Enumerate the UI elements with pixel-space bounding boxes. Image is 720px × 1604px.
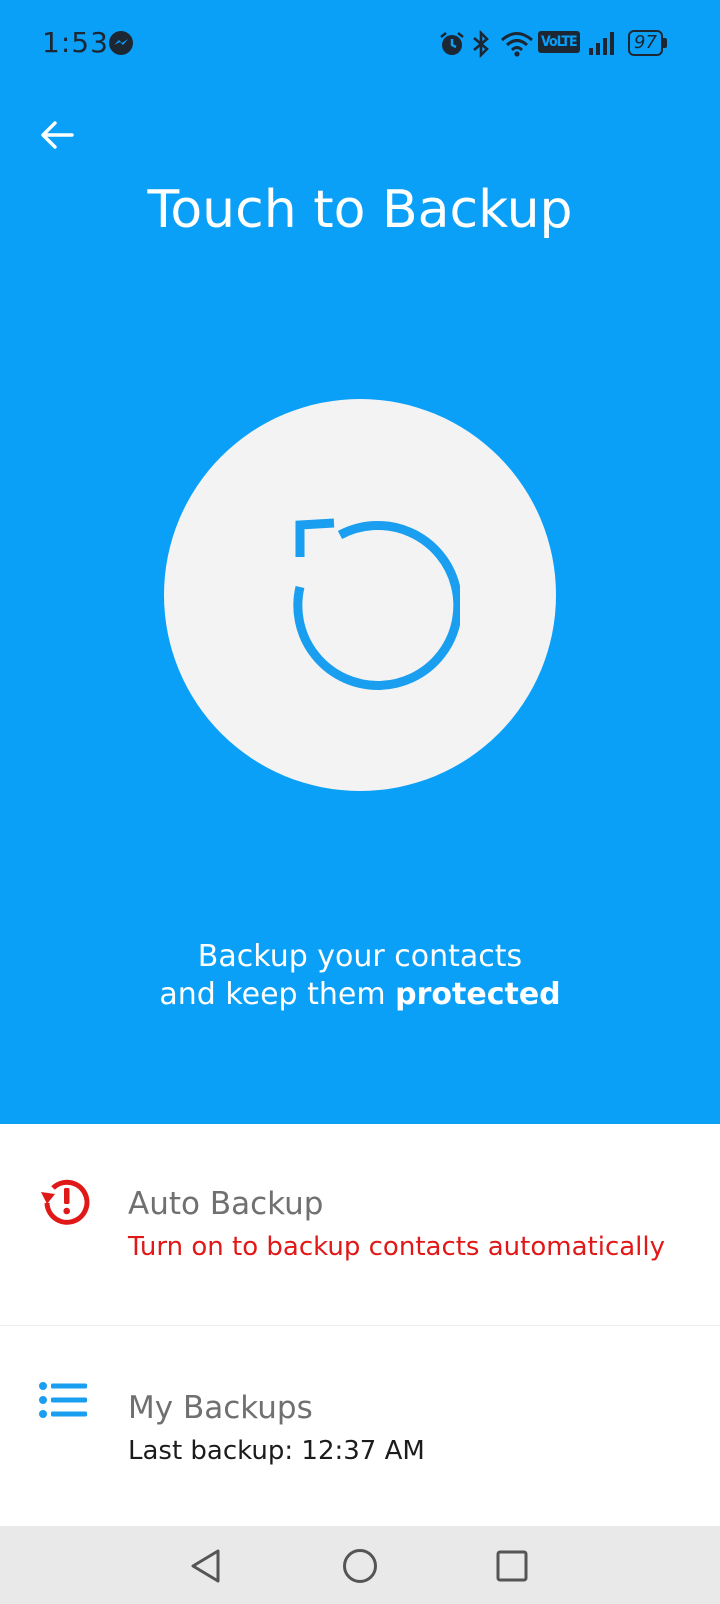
bluetooth-icon bbox=[470, 29, 492, 62]
nav-home-button[interactable] bbox=[334, 1540, 386, 1592]
signal-icon bbox=[588, 30, 618, 60]
tagline: Backup your contacts and keep them prote… bbox=[0, 938, 720, 1014]
back-button[interactable] bbox=[30, 108, 84, 162]
screen: 1:53 VoLTE 97 Touch to Backup Backup you… bbox=[0, 0, 720, 1604]
status-time: 1:53 bbox=[42, 26, 109, 59]
tagline-line-2: and keep them protected bbox=[0, 976, 720, 1014]
my-backups-item[interactable]: My Backups Last backup: 12:37 AM bbox=[0, 1325, 720, 1526]
history-alert-icon bbox=[36, 1172, 94, 1234]
arrow-left-icon bbox=[41, 121, 74, 149]
list-icon bbox=[36, 1374, 90, 1432]
home-circle-icon bbox=[343, 1549, 377, 1583]
restore-icon bbox=[293, 518, 460, 690]
tagline-line-1: Backup your contacts bbox=[197, 939, 523, 974]
my-backups-subtitle: Last backup: 12:37 AM bbox=[128, 1436, 425, 1466]
messenger-icon bbox=[108, 30, 134, 60]
auto-backup-title: Auto Backup bbox=[128, 1186, 324, 1222]
page-title: Touch to Backup bbox=[147, 180, 573, 240]
options-list: Auto Backup Turn on to backup contacts a… bbox=[0, 1124, 720, 1526]
nav-back-button[interactable] bbox=[180, 1540, 232, 1592]
nav-recents-button[interactable] bbox=[486, 1540, 538, 1592]
status-bar: 1:53 VoLTE 97 bbox=[0, 0, 720, 90]
tagline-emphasis: protected bbox=[395, 977, 561, 1012]
system-nav-bar bbox=[0, 1526, 720, 1604]
volte-icon: VoLTE bbox=[538, 31, 580, 53]
hero-panel: 1:53 VoLTE 97 Touch to Backup Backup you… bbox=[0, 0, 720, 1124]
backup-button[interactable] bbox=[164, 399, 556, 791]
auto-backup-item[interactable]: Auto Backup Turn on to backup contacts a… bbox=[0, 1124, 720, 1325]
alarm-icon bbox=[438, 30, 466, 62]
wifi-icon bbox=[500, 30, 534, 62]
battery-icon: 97 bbox=[628, 30, 667, 56]
recents-square-icon bbox=[496, 1550, 528, 1582]
my-backups-title: My Backups bbox=[128, 1390, 313, 1426]
volte-label: VoLTE bbox=[538, 31, 580, 53]
tagline-line-2-prefix: and keep them bbox=[159, 977, 396, 1012]
back-triangle-icon bbox=[191, 1549, 220, 1583]
auto-backup-subtitle: Turn on to backup contacts automatically bbox=[128, 1232, 665, 1262]
battery-level: 97 bbox=[634, 32, 657, 53]
